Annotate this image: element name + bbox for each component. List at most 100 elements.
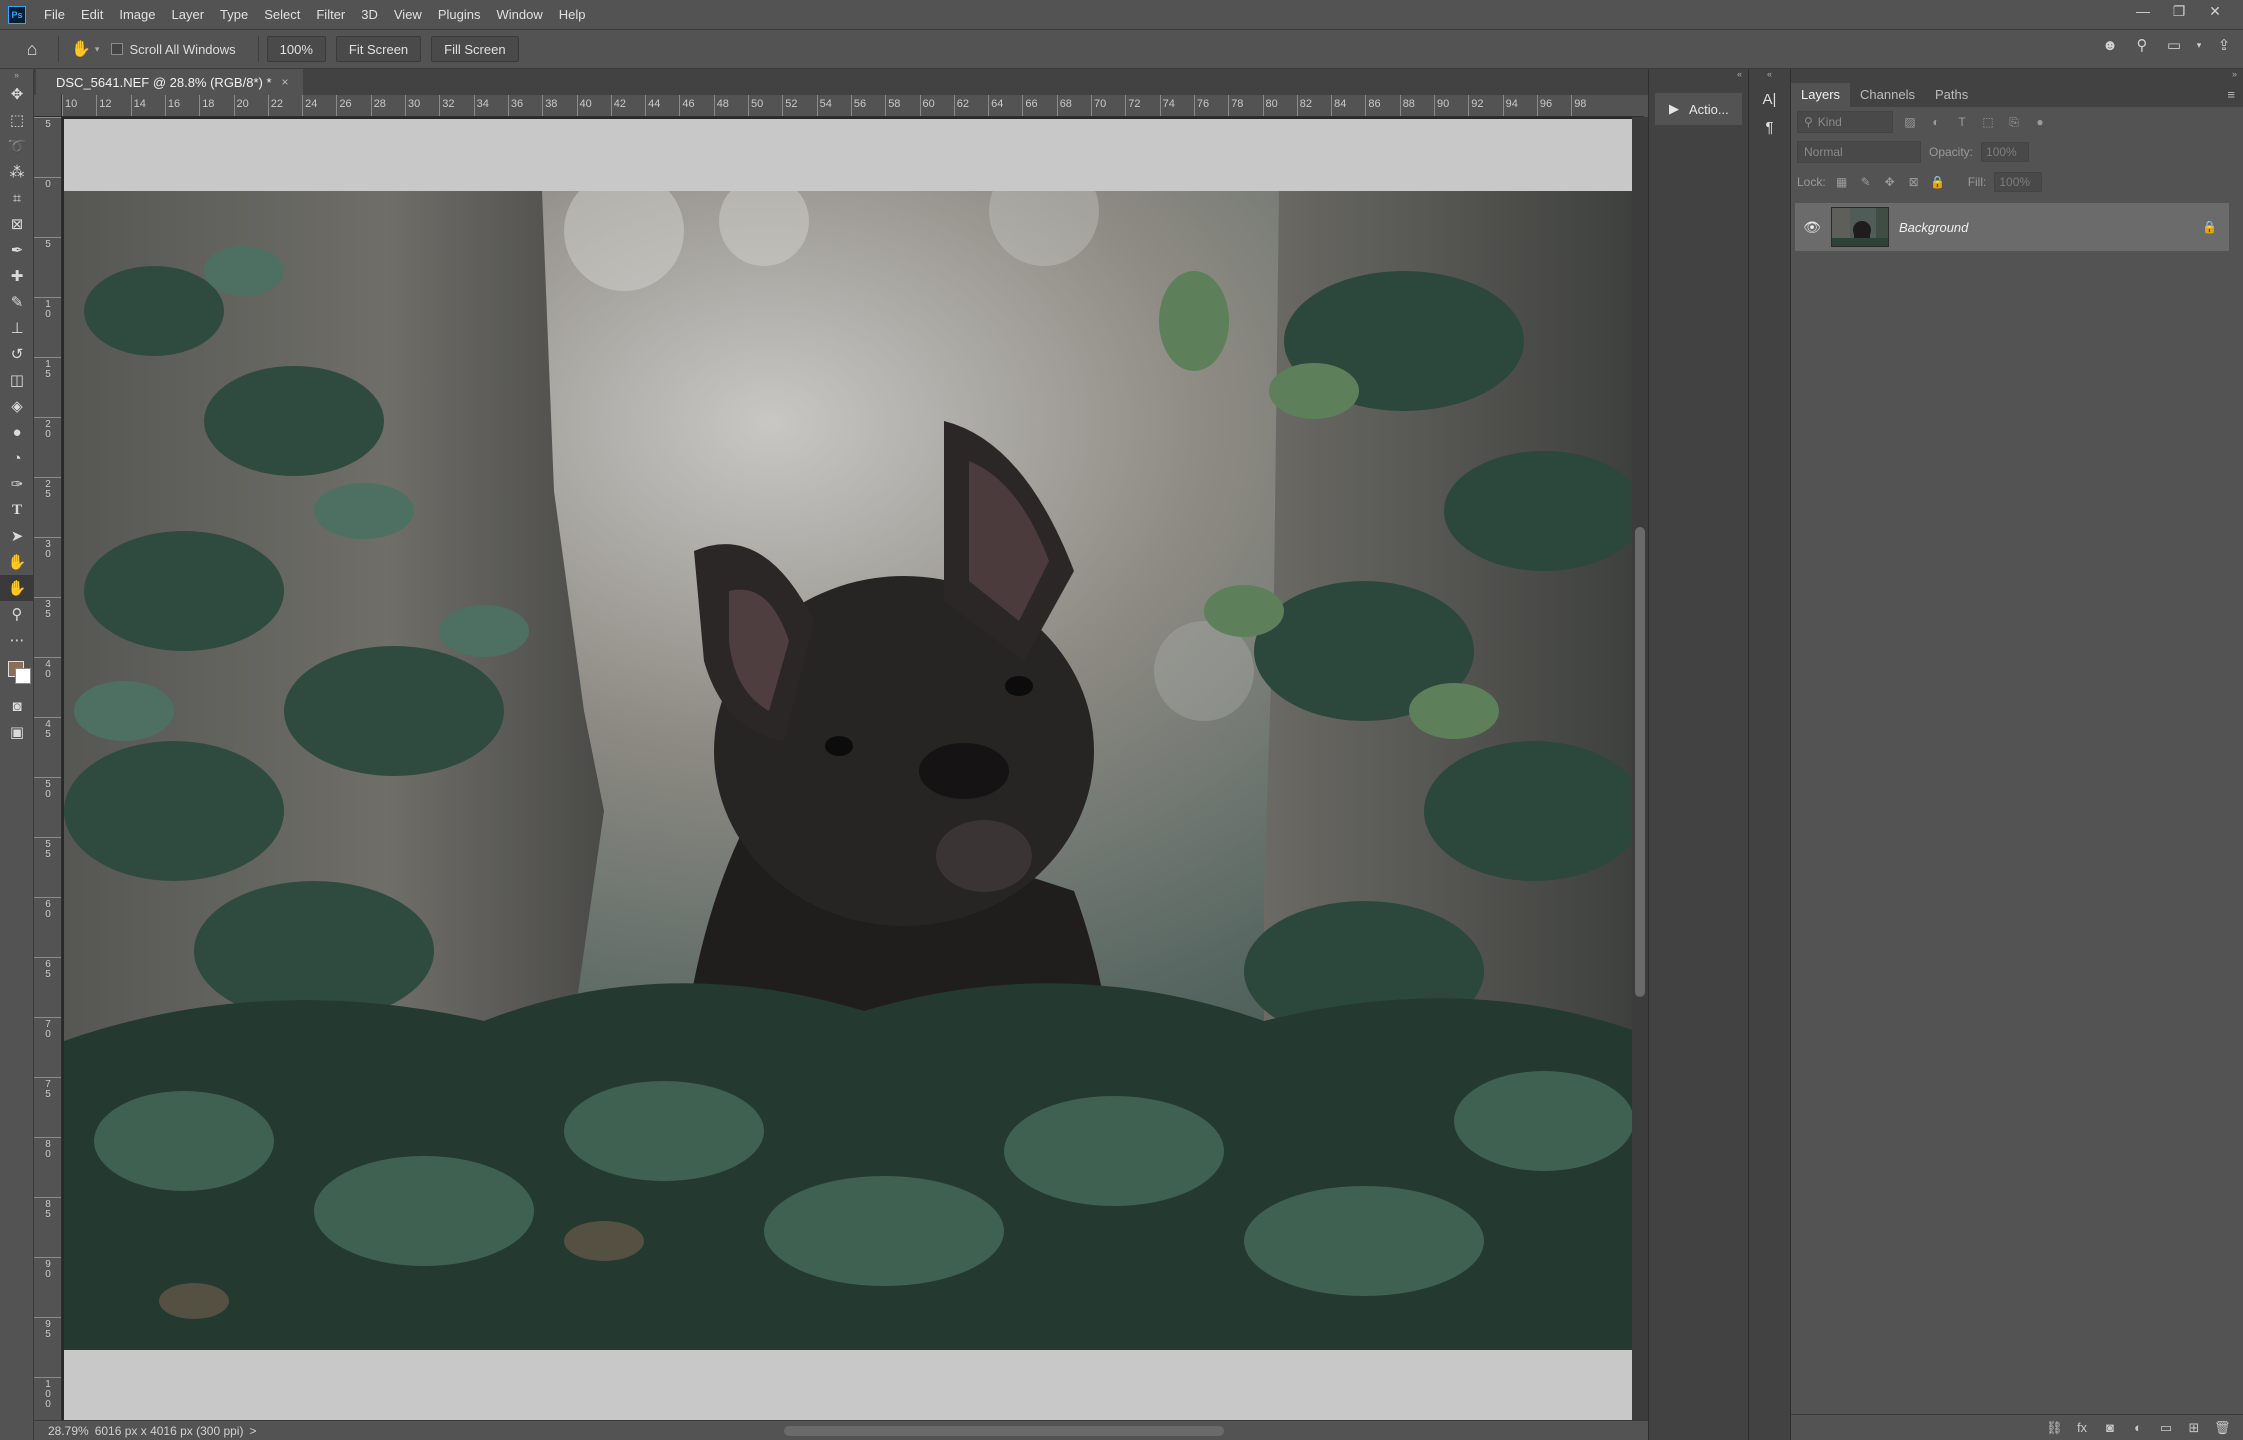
menu-file[interactable]: File (36, 0, 73, 29)
status-menu-arrow[interactable]: > (249, 1424, 256, 1438)
fit-screen-button[interactable]: Fit Screen (335, 36, 422, 62)
eye-icon[interactable]: 👁 (1803, 219, 1821, 236)
menu-help[interactable]: Help (551, 0, 594, 29)
eyedropper-tool-icon[interactable]: ✒ (0, 237, 34, 263)
vertical-ruler[interactable]: 5 0 5 10 15 20 25 30 35 40 45 50 55 60 65 70 75 80 85 90 95 1… (34, 117, 62, 1420)
new-layer-icon[interactable]: ⊞ (2186, 1420, 2202, 1436)
type-filter-icon[interactable]: T (1953, 115, 1971, 129)
menu-plugins[interactable]: Plugins (430, 0, 489, 29)
move-tool-icon[interactable]: ✥ (0, 81, 34, 107)
minimize-button[interactable]: — (2125, 3, 2161, 19)
shape-tool-icon[interactable]: ✋ (0, 549, 34, 575)
brush-tool-icon[interactable]: ✎ (0, 289, 34, 315)
actions-panel-button[interactable]: ▶ Actio... (1655, 93, 1742, 125)
link-layers-icon[interactable]: ⛓ (2046, 1420, 2063, 1436)
healing-brush-tool-icon[interactable]: ✚ (0, 263, 34, 289)
stamp-tool-icon[interactable]: ⊥ (0, 315, 34, 341)
frame-tool-icon[interactable]: ⊠ (0, 211, 34, 237)
filter-toggle-icon[interactable]: ● (2031, 115, 2049, 129)
horizontal-ruler[interactable]: 10 12 14 16 18 20 22 24 26 28 30 32 34 36 38 40 42 44 46 48… (62, 95, 1644, 117)
close-button[interactable]: ✕ (2197, 3, 2233, 20)
path-selection-tool-icon[interactable]: ➤ (0, 523, 34, 549)
layer-style-icon[interactable]: fx (2074, 1420, 2090, 1435)
lasso-tool-icon[interactable]: ➰ (0, 133, 34, 159)
zoom-tool-icon[interactable]: ⚲ (0, 601, 34, 627)
adjustment-layer-icon[interactable]: ◐ (2130, 1420, 2146, 1435)
fill-field[interactable]: 100% (1994, 172, 2043, 192)
dodge-tool-icon[interactable]: ◔ (0, 445, 34, 471)
zoom-level[interactable]: 28.79% (48, 1424, 89, 1438)
chevron-down-icon[interactable]: ▾ (95, 44, 100, 55)
adjustment-filter-icon[interactable]: ◐ (1927, 115, 1945, 129)
menu-filter[interactable]: Filter (308, 0, 353, 29)
panel-menu-icon[interactable]: ≡ (2227, 87, 2235, 102)
history-brush-tool-icon[interactable]: ↺ (0, 341, 34, 367)
search-icon[interactable]: ⚲ (2131, 36, 2153, 54)
blend-mode-select[interactable]: Normal (1797, 141, 1921, 163)
menu-select[interactable]: Select (256, 0, 308, 29)
learn-icon[interactable]: ☻ (2099, 37, 2121, 54)
zoom-100-button[interactable]: 100% (266, 36, 326, 62)
tab-layers[interactable]: Layers (1791, 83, 1851, 107)
layer-name[interactable]: Background (1899, 220, 2192, 235)
pen-tool-icon[interactable]: ✑ (0, 471, 34, 497)
menu-edit[interactable]: Edit (73, 0, 111, 29)
paint-bucket-tool-icon[interactable]: ◈ (0, 393, 34, 419)
menu-layer[interactable]: Layer (164, 0, 213, 29)
document-tab[interactable]: DSC_5641.NEF @ 28.8% (RGB/8*) * × (36, 69, 303, 95)
chevron-down-icon[interactable]: ▾ (2195, 40, 2203, 51)
close-icon[interactable]: × (282, 75, 289, 89)
menu-window[interactable]: Window (488, 0, 550, 29)
scrollbar-thumb[interactable] (1635, 527, 1645, 997)
layer-row[interactable]: 👁 Background 🔒 (1795, 203, 2229, 251)
ruler-corner[interactable] (34, 95, 62, 117)
home-icon[interactable]: ⌂ (14, 34, 50, 64)
collapse-icon[interactable]: « (1749, 69, 1790, 85)
fill-screen-button[interactable]: Fill Screen (431, 36, 519, 62)
paragraph-icon[interactable]: ¶ (1749, 113, 1790, 141)
menu-3d[interactable]: 3D (353, 0, 386, 29)
lock-position-icon[interactable]: ✥ (1882, 175, 1898, 189)
scroll-all-windows-checkbox[interactable]: Scroll All Windows (111, 42, 236, 57)
shape-filter-icon[interactable]: ⬚ (1979, 115, 1997, 129)
menu-image[interactable]: Image (111, 0, 163, 29)
vertical-scrollbar[interactable] (1632, 117, 1648, 1420)
hand-icon[interactable]: ✋ (71, 39, 91, 59)
opacity-field[interactable]: 100% (1981, 142, 2030, 162)
kind-filter-select[interactable]: ⚲ Kind (1797, 111, 1893, 133)
new-group-icon[interactable]: ▭ (2158, 1420, 2174, 1436)
canvas-area[interactable] (62, 117, 1644, 1420)
share-icon[interactable]: ⇪ (2213, 36, 2235, 54)
document-image[interactable] (64, 191, 1635, 1350)
hand-tool-icon[interactable]: ✋ (0, 575, 34, 601)
quick-mask-icon[interactable]: ◙ (0, 693, 34, 719)
eraser-tool-icon[interactable]: ◫ (0, 367, 34, 393)
trash-icon[interactable]: 🗑 (2214, 1420, 2231, 1436)
blur-tool-icon[interactable]: ● (0, 419, 34, 445)
more-tools-icon[interactable]: ⋯ (0, 627, 34, 653)
menu-view[interactable]: View (386, 0, 430, 29)
lock-transparent-icon[interactable]: ▦ (1834, 175, 1850, 189)
lock-image-icon[interactable]: ✎ (1858, 175, 1874, 189)
screen-mode-icon[interactable]: ▣ (0, 719, 34, 745)
smart-object-filter-icon[interactable]: ⎘ (2005, 115, 2023, 130)
horizontal-scrollbar[interactable] (334, 1426, 1634, 1436)
background-color-swatch[interactable] (15, 668, 31, 684)
restore-button[interactable]: ❐ (2161, 3, 2197, 20)
collapse-icon[interactable]: « (1649, 69, 1748, 85)
pixel-filter-icon[interactable]: ▨ (1901, 115, 1919, 129)
crop-tool-icon[interactable]: ⌗ (0, 185, 34, 211)
collapse-icon[interactable]: » (1791, 69, 2243, 83)
magic-wand-tool-icon[interactable]: ⁂ (0, 159, 34, 185)
menu-type[interactable]: Type (212, 0, 256, 29)
tab-paths[interactable]: Paths (1925, 83, 1978, 107)
add-mask-icon[interactable]: ◙ (2102, 1420, 2118, 1435)
tab-channels[interactable]: Channels (1850, 83, 1925, 107)
type-tool-icon[interactable]: T (0, 497, 34, 523)
lock-all-icon[interactable]: 🔒 (1930, 175, 1946, 189)
workspace-icon[interactable]: ▭ (2163, 36, 2185, 54)
marquee-tool-icon[interactable]: ⬚ (0, 107, 34, 133)
lock-artboard-icon[interactable]: ⊠ (1906, 175, 1922, 189)
character-icon[interactable]: A| (1749, 85, 1790, 113)
checkbox-box[interactable] (111, 43, 124, 55)
